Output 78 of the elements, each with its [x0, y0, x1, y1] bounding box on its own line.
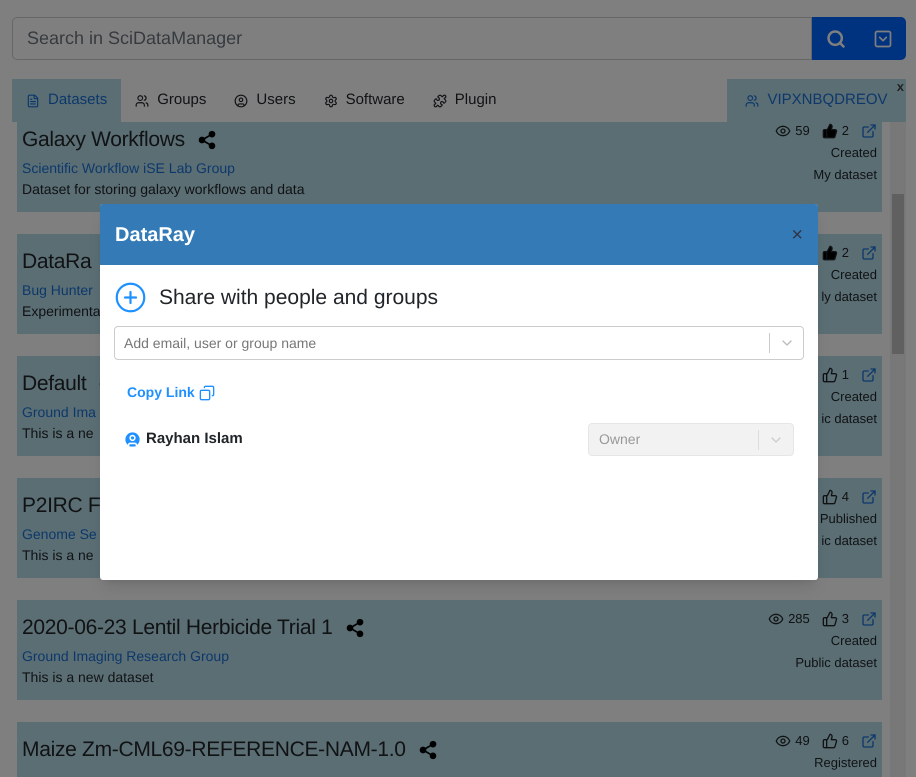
- share-icon[interactable]: [344, 618, 365, 638]
- thumbs-up-icon[interactable]: [822, 245, 838, 261]
- dataset-status: Registered: [814, 754, 877, 772]
- dataset-status: Created: [830, 632, 877, 650]
- nav-tab[interactable]: Users: [220, 79, 310, 122]
- settings-icon: [324, 94, 338, 108]
- scrollbar[interactable]: [890, 122, 906, 777]
- dialog-heading: Share with people and groups: [159, 284, 438, 311]
- dropdown-caret-icon: [872, 28, 892, 48]
- dataset-description: Experimenta: [22, 302, 102, 321]
- share-icon[interactable]: [196, 130, 217, 150]
- copy-icon: [198, 384, 215, 400]
- plus-circle-icon[interactable]: [114, 281, 147, 314]
- dataset-status: Published: [820, 510, 877, 528]
- thumbs-up-icon[interactable]: [822, 733, 838, 749]
- dataset-description: Dataset for storing galaxy workflows and data: [22, 180, 304, 199]
- member-name: Rayhan Islam: [146, 429, 243, 450]
- dataset-description: This is a ne: [22, 424, 95, 443]
- puzzle-icon: [432, 94, 447, 108]
- document-icon: [26, 94, 40, 108]
- like-count: 4: [842, 488, 849, 506]
- search-field[interactable]: Search in SciDataManager: [12, 17, 812, 60]
- view-count: 59: [795, 122, 810, 140]
- user-avatar-icon: [123, 430, 142, 449]
- dataset-status: Created: [830, 144, 877, 162]
- copy-link-button[interactable]: Copy Link: [127, 382, 215, 403]
- dataset-title[interactable]: Galaxy Workflows: [22, 126, 185, 154]
- eye-icon: [768, 611, 784, 627]
- close-button[interactable]: x: [896, 77, 904, 96]
- search-icon: [826, 28, 846, 48]
- group-link[interactable]: Scientific Workflow iSE Lab Group: [22, 158, 304, 179]
- user-circle-icon: [234, 94, 248, 108]
- dataset-description: This is a new dataset: [22, 668, 155, 687]
- dataset-status: Created: [830, 266, 877, 284]
- external-link-icon[interactable]: [861, 489, 877, 505]
- thumbs-up-icon[interactable]: [822, 489, 838, 505]
- like-count: 2: [842, 122, 849, 140]
- dataset-visibility: My dataset: [813, 166, 877, 184]
- dataset-visibility: Public dataset: [795, 654, 877, 672]
- nav-tab[interactable]: Plugin: [418, 79, 510, 122]
- dataset-visibility: ic dataset: [821, 410, 877, 428]
- eye-icon: [775, 733, 792, 749]
- dataset-title[interactable]: Maize Zm-CML69-REFERENCE-NAM-1.0: [22, 736, 406, 764]
- like-count: 6: [842, 732, 849, 750]
- dataset-status: Created: [830, 388, 877, 406]
- eye-icon: [775, 123, 792, 139]
- thumbs-up-icon[interactable]: [822, 611, 838, 627]
- dataset-description: This is a ne: [22, 546, 95, 565]
- like-count: 2: [842, 244, 849, 262]
- dialog-title: DataRay: [115, 222, 196, 248]
- external-link-icon[interactable]: [861, 245, 877, 261]
- like-count: 3: [842, 610, 849, 628]
- dataset-title[interactable]: P2IRC F: [22, 492, 100, 520]
- search-button[interactable]: [812, 17, 906, 60]
- view-count: 49: [795, 732, 810, 750]
- external-link-icon[interactable]: [861, 733, 877, 749]
- dataset-title[interactable]: Default: [22, 370, 86, 398]
- dataset-title[interactable]: 2020-06-23 Lentil Herbicide Trial 1: [22, 614, 333, 642]
- dataset-visibility: ic dataset: [821, 532, 877, 550]
- nav-tab[interactable]: Software: [310, 79, 419, 122]
- external-link-icon[interactable]: [861, 123, 877, 139]
- dataset-title[interactable]: DataRa: [22, 248, 92, 276]
- dataset-visibility: ly dataset: [821, 288, 877, 306]
- thumbs-up-icon[interactable]: [822, 123, 838, 139]
- close-button[interactable]: ×: [791, 224, 803, 244]
- group-name[interactable]: VIPXNBQDREOV: [767, 89, 888, 112]
- nav-tab[interactable]: Groups: [121, 79, 220, 122]
- people-icon: [135, 94, 150, 108]
- share-input[interactable]: Add email, user or group name: [114, 326, 804, 360]
- thumbs-up-icon[interactable]: [822, 367, 838, 383]
- share-icon[interactable]: [418, 740, 438, 760]
- like-count: 1: [842, 366, 849, 384]
- nav-tab[interactable]: Datasets: [12, 79, 122, 122]
- people-icon: [745, 94, 760, 108]
- external-link-icon[interactable]: [861, 367, 877, 383]
- external-link-icon[interactable]: [861, 611, 877, 627]
- view-count: 285: [788, 610, 810, 628]
- group-link[interactable]: Ground Imaging Research Group: [22, 646, 365, 667]
